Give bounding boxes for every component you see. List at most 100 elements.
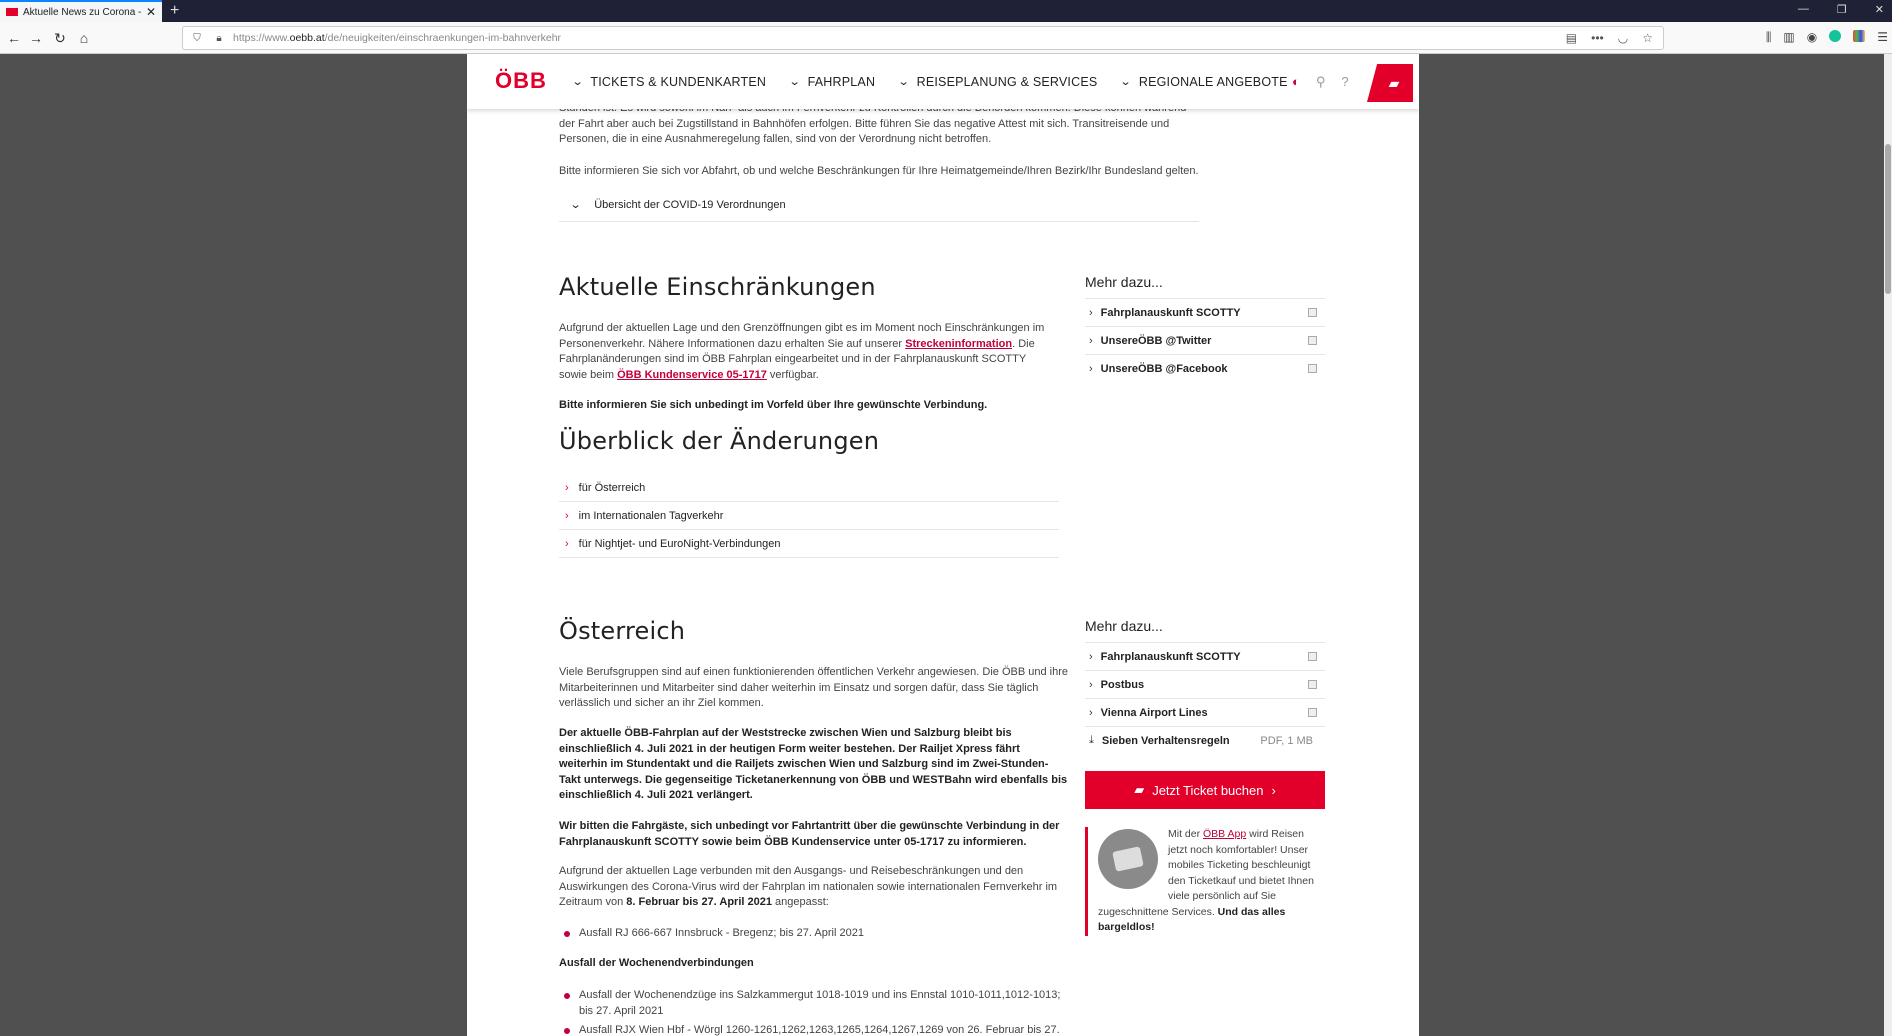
- minimize-icon[interactable]: —: [1798, 3, 1809, 16]
- tab-close-icon[interactable]: ✕: [146, 5, 156, 19]
- account-icon[interactable]: ◉: [1807, 30, 1817, 45]
- streckeninformation-link[interactable]: Streckeninformation: [905, 338, 1012, 350]
- sidebar-title: Mehr dazu...: [1085, 618, 1163, 634]
- sidebar-link-postbus[interactable]: › Postbus: [1085, 670, 1325, 698]
- text-part: Mit der: [1168, 828, 1204, 840]
- url-bar[interactable]: ⛉ 🔒︎ https://www. oebb.at/de/neuigkeiten/…: [182, 26, 1664, 50]
- sidebar-icon[interactable]: ▥: [1783, 30, 1794, 45]
- download-icon: ⤓: [1089, 734, 1094, 746]
- sidebar-link-facebook[interactable]: › UnsereÖBB @Facebook: [1085, 354, 1325, 382]
- contrast-icon[interactable]: ◐: [1292, 74, 1300, 90]
- nav-tickets[interactable]: ⌄ TICKETS & KUNDENKARTEN: [572, 75, 766, 89]
- pocket-icon[interactable]: ◡: [1618, 31, 1628, 45]
- cta-label: Jetzt Ticket buchen: [1152, 782, 1264, 798]
- help-icon[interactable]: ?: [1341, 74, 1348, 90]
- subheading-wochenende: Ausfall der Wochenendverbindungen: [559, 957, 754, 969]
- file-meta: PDF, 1 MB: [1260, 734, 1313, 747]
- oebb-page: ÖBB ⌄ TICKETS & KUNDENKARTEN ⌄ FAHRPLAN ⌄ R…: [467, 54, 1419, 1036]
- sidebar-link-label: UnsereÖBB @Facebook: [1100, 362, 1228, 375]
- oebb-favicon-icon: [6, 8, 18, 16]
- menu-icon[interactable]: ☰: [1877, 30, 1888, 45]
- chevron-right-icon: ›: [1089, 678, 1093, 691]
- chevron-right-icon: ›: [1089, 334, 1093, 347]
- intro-info: Bitte informieren Sie sich vor Abfahrt, …: [559, 165, 1199, 177]
- ueberblick-item-nightjet[interactable]: › für Nightjet- und EuroNight-Verbindunge…: [559, 530, 1059, 558]
- restore-icon[interactable]: ❐: [1837, 3, 1847, 16]
- section-title-ueberblick: Überblick der Änderungen: [559, 427, 880, 455]
- browser-toolbar-right: ⫼ ▥ ◉ ☰: [1766, 30, 1888, 45]
- ueberblick-item-international[interactable]: › im Internationalen Tagverkehr: [559, 502, 1059, 530]
- oesterreich-text-2: Der aktuelle ÖBB-Fahrplan auf der Westst…: [559, 727, 1068, 801]
- list-item: Ausfall RJX Wien Hbf - Wörgl 1260-1261,1…: [559, 1023, 1069, 1036]
- shield-icon[interactable]: ⛉: [189, 33, 205, 44]
- list-item: Ausfall der Wochenendzüge ins Salzkammer…: [559, 988, 1069, 1019]
- einschraenkungen-note: Bitte informieren Sie sich unbedingt im …: [559, 399, 988, 411]
- forward-icon[interactable]: →: [26, 28, 46, 48]
- reader-view-icon[interactable]: ▤: [1566, 31, 1577, 45]
- nav-fahrplan[interactable]: ⌄ FAHRPLAN: [788, 75, 875, 89]
- chevron-right-icon: ›: [1271, 782, 1276, 798]
- close-window-icon[interactable]: ✕: [1875, 3, 1884, 16]
- url-prefix: https://www.: [233, 32, 290, 44]
- window-controls: — ❐ ✕: [1798, 3, 1884, 16]
- lock-icon[interactable]: 🔒︎: [211, 33, 227, 44]
- bookmark-star-icon[interactable]: ☆: [1642, 31, 1653, 45]
- kundenservice-link[interactable]: ÖBB Kundenservice 05-1717: [617, 369, 767, 381]
- chevron-down-icon: ⌄: [788, 76, 801, 88]
- chevron-right-icon: ›: [1089, 306, 1093, 319]
- chevron-down-icon: ⌄: [897, 76, 911, 88]
- sidebar-link-scotty[interactable]: › Fahrplanauskunft SCOTTY: [1085, 298, 1325, 326]
- oebb-app-link[interactable]: ÖBB App: [1203, 828, 1246, 840]
- extension-green-icon[interactable]: [1829, 30, 1842, 42]
- browser-tabbar: Aktuelle News zu Corona - ÖBB ✕ + — ❐ ✕: [0, 0, 1892, 22]
- page-viewport: ÖBB ⌄ TICKETS & KUNDENKARTEN ⌄ FAHRPLAN ⌄ R…: [0, 54, 1892, 1036]
- search-icon[interactable]: ⚲: [1316, 74, 1326, 90]
- ticket-shop-button[interactable]: ▰: [1367, 64, 1413, 102]
- sidebar-download-verhaltensregeln[interactable]: ⤓ Sieben Verhaltensregeln PDF, 1 MB: [1085, 726, 1325, 754]
- nav-reiseplanung[interactable]: ⌄ REISEPLANUNG & SERVICES: [897, 74, 1098, 89]
- nav-label: REISEPLANUNG & SERVICES: [916, 74, 1098, 89]
- tab-title: Aktuelle News zu Corona - ÖBB: [23, 6, 142, 18]
- oebb-logo[interactable]: ÖBB: [495, 68, 547, 94]
- sidebar-link-label: Fahrplanauskunft SCOTTY: [1100, 306, 1241, 319]
- external-link-icon: [1308, 680, 1317, 689]
- site-header: ÖBB ⌄ TICKETS & KUNDENKARTEN ⌄ FAHRPLAN ⌄ R…: [467, 54, 1419, 109]
- accordion-covid-verordnungen[interactable]: ⌄ Übersicht der COVID-19 Verordnungen: [559, 188, 1199, 222]
- list-item: Ausfall RJ 666-667 Innsbruck - Bregenz; …: [559, 926, 1069, 942]
- section-title-einschraenkungen: Aktuelle Einschränkungen: [559, 273, 876, 301]
- list-item-label: für Nightjet- und EuroNight-Verbindungen: [578, 537, 781, 550]
- oesterreich-text-1: Viele Berufsgruppen sind auf einen funkt…: [559, 666, 1068, 709]
- back-icon[interactable]: ←: [4, 28, 24, 48]
- sidebar-link-twitter[interactable]: › UnsereÖBB @Twitter: [1085, 326, 1325, 354]
- list-item-label: im Internationalen Tagverkehr: [578, 509, 724, 522]
- section-title-oesterreich: Österreich: [559, 617, 686, 645]
- library-icon[interactable]: ⫼: [1766, 30, 1772, 45]
- sidebar-link-scotty[interactable]: › Fahrplanauskunft SCOTTY: [1085, 642, 1325, 670]
- browser-tab[interactable]: Aktuelle News zu Corona - ÖBB ✕: [0, 0, 162, 22]
- external-link-icon: [1308, 308, 1317, 317]
- ticket-icon: ▰: [1134, 782, 1145, 797]
- download-label: Sieben Verhaltensregeln: [1101, 734, 1230, 747]
- page-actions-icon[interactable]: •••: [1591, 31, 1604, 45]
- new-tab-button[interactable]: +: [170, 1, 179, 21]
- url-path: /de/neuigkeiten/einschraenkungen-im-bahn…: [324, 32, 562, 44]
- chevron-down-icon: ⌄: [1120, 76, 1133, 88]
- chevron-right-icon: ›: [1089, 650, 1093, 663]
- jetzt-ticket-buchen-button[interactable]: ▰ Jetzt Ticket buchen ›: [1085, 771, 1325, 809]
- chevron-right-icon: ›: [1089, 362, 1093, 375]
- home-icon[interactable]: ⌂: [74, 28, 94, 48]
- date-range: 8. Februar bis 27. April 2021: [626, 896, 772, 908]
- sidebar-link-vienna-airport-lines[interactable]: › Vienna Airport Lines: [1085, 698, 1325, 726]
- chevron-right-icon: ›: [565, 509, 569, 522]
- chevron-down-icon: ⌄: [569, 199, 582, 211]
- scrollbar-thumb[interactable]: [1885, 144, 1891, 294]
- page-scrollbar[interactable]: [1884, 54, 1892, 1036]
- extension-color-icon[interactable]: [1853, 30, 1866, 42]
- chevron-right-icon: ›: [565, 537, 569, 550]
- reload-icon[interactable]: ↻: [50, 28, 70, 48]
- text-part: verfügbar.: [766, 368, 819, 381]
- ueberblick-item-oesterreich[interactable]: › für Österreich: [559, 474, 1059, 502]
- oesterreich-text-4: Aufgrund der aktuellen Lage verbunden mi…: [559, 864, 1069, 911]
- nav-regionale-angebote[interactable]: ⌄ REGIONALE ANGEBOTE: [1120, 75, 1287, 89]
- sidebar-link-label: Postbus: [1100, 678, 1145, 691]
